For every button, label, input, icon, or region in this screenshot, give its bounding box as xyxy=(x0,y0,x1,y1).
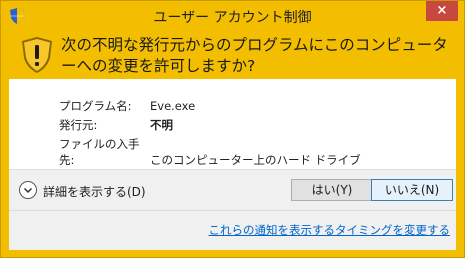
warning-shield-icon xyxy=(22,37,52,73)
no-button[interactable]: いいえ(N) xyxy=(371,179,453,201)
program-name-label: プログラム名: xyxy=(59,99,132,113)
dialog-header: 次の不明な発行元からのプログラムにこのコンピューターへの変更を許可しますか? xyxy=(9,31,456,79)
publisher-row: 発行元: 不明 xyxy=(59,117,173,133)
file-origin-row: ファイルの入手先: このコンピューター上のハード ドライブ xyxy=(59,136,361,168)
window-title: ユーザー アカウント制御 xyxy=(153,10,312,26)
file-origin-label: ファイルの入手先: xyxy=(59,137,140,167)
publisher-value: 不明 xyxy=(150,118,173,132)
title-bar: ユーザー アカウント制御 × xyxy=(1,1,464,31)
close-button[interactable]: × xyxy=(426,1,458,21)
change-notification-link[interactable]: これらの通知を表示するタイミングを変更する xyxy=(209,222,451,238)
details-panel: プログラム名: Eve.exe 発行元: 不明 ファイルの入手先: このコンピューター… xyxy=(9,79,456,169)
publisher-label: 発行元: xyxy=(59,118,98,132)
uac-dialog: ユーザー アカウント制御 × 次の不明な発行元からのプログラムにこのコンピュータ… xyxy=(0,0,465,258)
show-details-label[interactable]: 詳細を表示する(D) xyxy=(43,183,146,200)
button-bar: 詳細を表示する(D) はい(Y) いいえ(N) xyxy=(9,169,456,210)
consent-question: 次の不明な発行元からのプログラムにこのコンピューターへの変更を許可しますか? xyxy=(61,36,448,75)
program-name-row: プログラム名: Eve.exe xyxy=(59,98,195,114)
program-name-value: Eve.exe xyxy=(150,99,196,113)
yes-button[interactable]: はい(Y) xyxy=(291,179,373,201)
notification-settings-bar: これらの通知を表示するタイミングを変更する xyxy=(9,210,456,250)
chevron-down-icon[interactable] xyxy=(19,181,37,199)
file-origin-value: このコンピューター上のハード ドライブ xyxy=(150,153,361,167)
